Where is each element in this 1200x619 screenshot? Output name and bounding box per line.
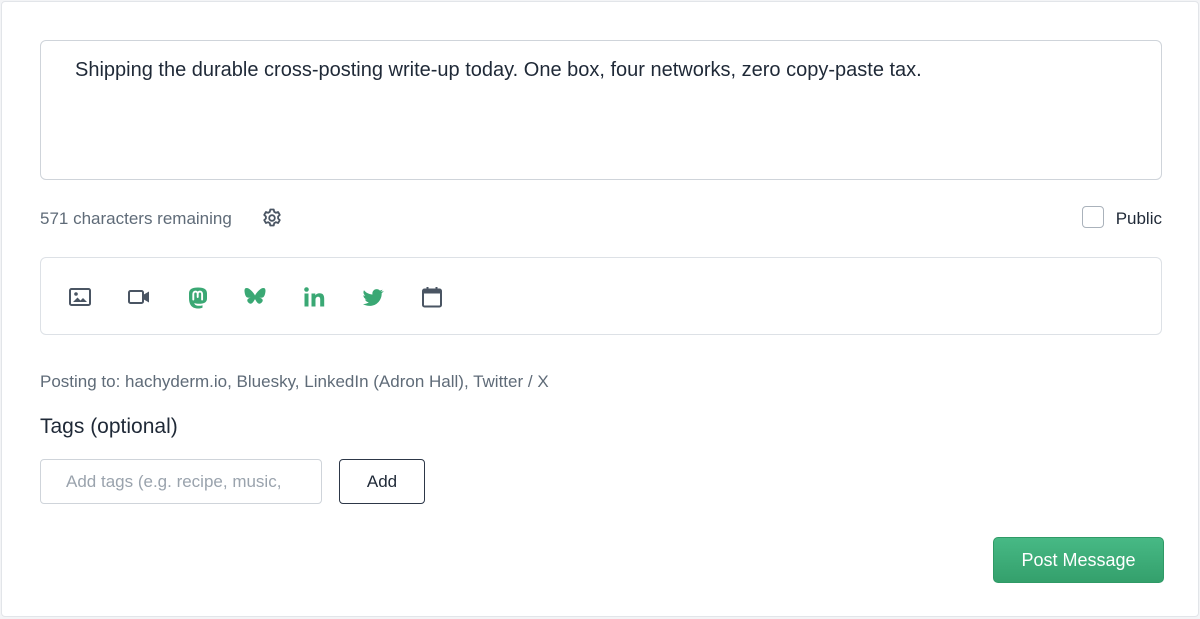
character-counter: 571 characters remaining [40,209,232,228]
add-tag-button[interactable]: Add [339,459,425,504]
tags-heading: Tags (optional) [40,415,178,438]
mastodon-icon[interactable] [185,284,211,310]
message-textarea[interactable]: Shipping the durable cross-posting write… [40,40,1162,180]
public-checkbox[interactable] [1082,206,1104,228]
twitter-icon[interactable] [360,284,386,310]
calendar-icon[interactable] [419,284,445,310]
network-toolbar [40,257,1162,335]
video-icon[interactable] [126,284,152,310]
message-text: Shipping the durable cross-posting write… [75,59,922,81]
public-label: Public [1115,209,1162,228]
meta-row: 571 characters remaining Public [40,202,1162,236]
compose-card: Shipping the durable cross-posting write… [1,1,1199,617]
post-message-button[interactable]: Post Message [993,537,1164,583]
linkedin-icon[interactable] [301,284,327,310]
gear-icon[interactable] [260,206,284,230]
bluesky-icon[interactable] [242,284,268,310]
image-icon[interactable] [67,284,93,310]
tags-input[interactable] [40,459,322,504]
posting-targets: Posting to: hachyderm.io, Bluesky, Linke… [40,372,549,391]
